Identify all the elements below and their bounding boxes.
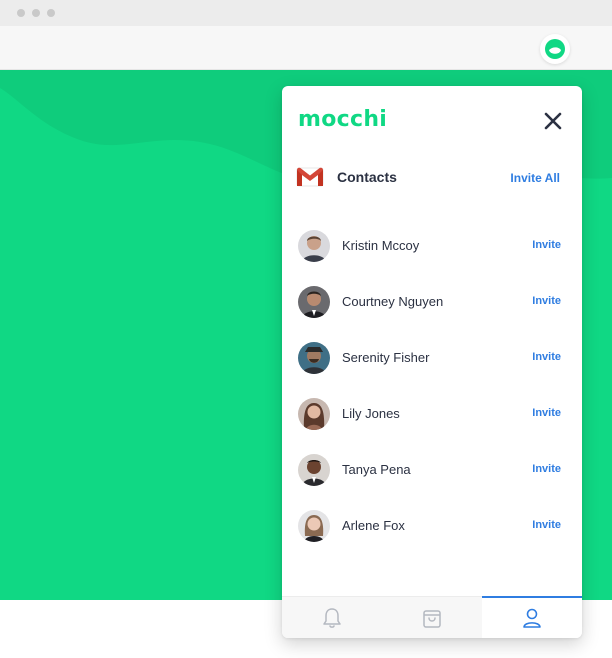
invite-button[interactable]: Invite [532, 519, 561, 531]
browser-toolbar [0, 26, 612, 70]
bell-icon [323, 608, 341, 628]
contact-item: Kristin Mccoy Invite [282, 228, 582, 284]
invite-button[interactable]: Invite [532, 463, 561, 475]
contacts-title: Contacts [337, 169, 397, 185]
bottom-nav [282, 596, 582, 638]
tab-notifications[interactable] [282, 597, 382, 638]
contact-name: Courtney Nguyen [342, 294, 444, 309]
invite-button[interactable]: Invite [532, 295, 561, 307]
mocchi-extension-button[interactable] [540, 34, 570, 64]
mocchi-logo: mocchi [298, 107, 388, 132]
mocchi-popup: mocchi Contacts Invite All Kristin Mccoy… [282, 86, 582, 638]
contact-list: Kristin Mccoy Invite Courtney Nguyen Inv… [282, 228, 582, 564]
avatar [298, 510, 330, 542]
invite-button[interactable]: Invite [532, 239, 561, 251]
avatar [298, 286, 330, 318]
invite-all-button[interactable]: Invite All [510, 171, 560, 185]
avatar [298, 454, 330, 486]
popup-header: mocchi [282, 86, 582, 150]
invite-button[interactable]: Invite [532, 407, 561, 419]
contacts-header: Contacts Invite All [282, 162, 582, 194]
contact-item: Courtney Nguyen Invite [282, 284, 582, 340]
tab-contacts[interactable] [482, 596, 582, 638]
window-title-bar [0, 0, 612, 26]
contact-name: Serenity Fisher [342, 350, 430, 365]
contact-name: Arlene Fox [342, 518, 405, 533]
gmail-icon [296, 167, 324, 187]
window-maximize-dot[interactable] [47, 9, 55, 17]
window-close-dot[interactable] [17, 9, 25, 17]
avatar [298, 342, 330, 374]
contact-name: Lily Jones [342, 406, 400, 421]
bag-icon [423, 610, 441, 628]
user-icon [523, 608, 541, 628]
avatar [298, 398, 330, 430]
contact-name: Tanya Pena [342, 462, 411, 477]
close-icon[interactable] [542, 110, 564, 132]
contact-item: Arlene Fox Invite [282, 508, 582, 564]
avatar [298, 230, 330, 262]
contact-item: Lily Jones Invite [282, 396, 582, 452]
tab-shop[interactable] [382, 597, 482, 638]
browser-window: mocchi Contacts Invite All Kristin Mccoy… [0, 0, 612, 658]
contact-name: Kristin Mccoy [342, 238, 420, 253]
window-minimize-dot[interactable] [32, 9, 40, 17]
contact-item: Serenity Fisher Invite [282, 340, 582, 396]
invite-button[interactable]: Invite [532, 351, 561, 363]
mocchi-extension-icon [545, 39, 565, 59]
contact-item: Tanya Pena Invite [282, 452, 582, 508]
